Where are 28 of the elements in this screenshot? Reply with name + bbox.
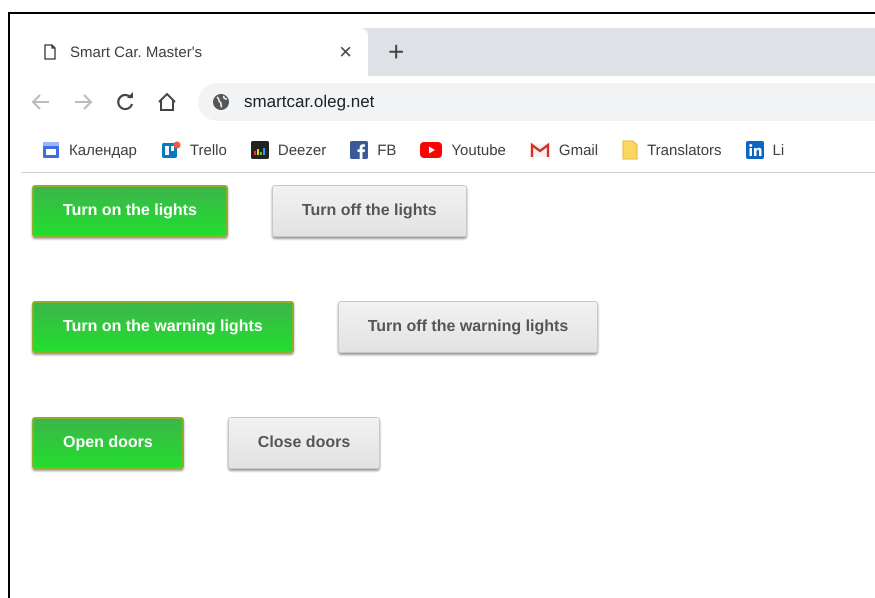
new-tab-button[interactable]: + [388,36,404,68]
bookmark[interactable]: Календар [42,141,137,159]
play-icon [420,142,442,158]
bookmark[interactable]: Deezer [250,141,326,159]
bookmark[interactable]: Li [746,141,784,159]
reload-icon[interactable] [114,91,136,113]
browser-tab[interactable]: Smart Car. Master's × [22,28,368,76]
equalizer-icon [250,141,269,159]
document-icon [622,140,638,160]
page-icon [44,44,56,60]
bookmark[interactable]: Trello [160,141,227,159]
board-icon [160,141,181,159]
facebook-icon [350,141,368,159]
linkedin-icon [746,141,764,159]
tab-title: Smart Car. Master's [70,44,204,60]
bookmark[interactable]: FB [350,141,396,159]
bookmark[interactable]: Youtube [420,142,506,158]
turn-off-button[interactable]: Turn off the warning lights [338,301,598,353]
calendar-icon [42,141,60,159]
mail-icon [530,142,550,158]
turn-off-button[interactable]: Close doors [228,417,380,469]
close-tab-button[interactable]: × [339,39,352,65]
globe-icon [212,93,230,111]
bookmark[interactable]: Gmail [530,142,598,158]
address-bar[interactable]: smartcar.oleg.net [198,83,875,121]
turn-off-button[interactable]: Turn off the lights [272,185,467,237]
home-icon[interactable] [156,91,178,113]
bookmark[interactable]: Translators [622,140,722,160]
